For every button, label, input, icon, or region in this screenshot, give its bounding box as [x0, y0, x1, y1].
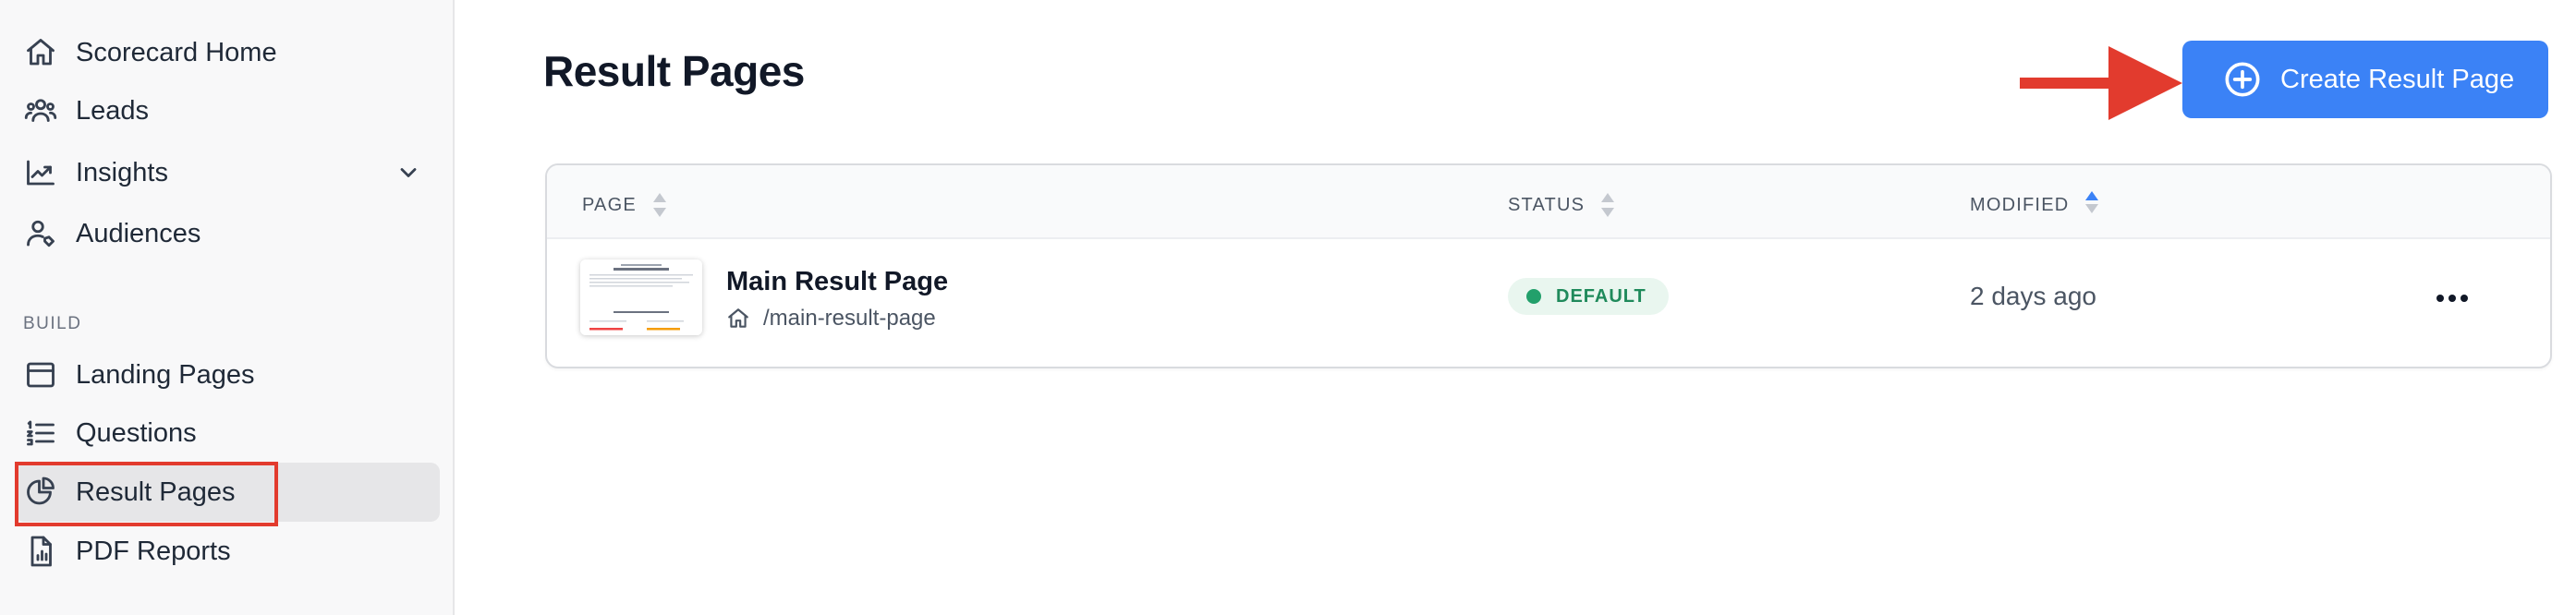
users-icon	[22, 92, 59, 129]
home-icon	[22, 34, 59, 71]
status-dot	[1526, 289, 1541, 304]
result-pages-table: PAGE STATUS MODIFIED Main Result Page /m…	[545, 163, 2552, 368]
ellipsis-icon	[2461, 295, 2468, 302]
sidebar-item-label: Landing Pages	[76, 359, 255, 390]
annotation-arrow	[2020, 46, 2182, 120]
sidebar-item-label: Result Pages	[76, 476, 236, 507]
sort-icon	[1601, 193, 1615, 217]
modified-time: 2 days ago	[1970, 282, 2096, 310]
sidebar-item-pdf-reports[interactable]: PDF Reports	[15, 522, 440, 581]
page-thumbnail[interactable]	[580, 259, 702, 335]
section-label-build: BUILD	[23, 314, 82, 333]
ellipsis-icon	[2436, 295, 2444, 302]
page-path-text: /main-result-page	[763, 306, 936, 331]
column-header-page[interactable]: PAGE	[582, 191, 668, 219]
sidebar-item-landing-pages[interactable]: Landing Pages	[15, 345, 440, 404]
sidebar-item-scorecard-home[interactable]: Scorecard Home	[15, 23, 440, 82]
sidebar-item-label: Leads	[76, 95, 150, 126]
chart-line-icon	[22, 154, 59, 191]
chevron-down-icon[interactable]	[395, 160, 421, 186]
plus-circle-icon	[2224, 61, 2261, 98]
sort-icon	[652, 193, 666, 217]
column-header-status[interactable]: STATUS	[1508, 191, 1616, 219]
sidebar-item-result-pages[interactable]: Result Pages	[15, 463, 440, 522]
sidebar-item-label: Questions	[76, 417, 197, 448]
sidebar-item-audiences[interactable]: Audiences	[15, 204, 440, 263]
sidebar-item-insights[interactable]: Insights	[15, 143, 440, 202]
page-title: Result Pages	[543, 47, 805, 95]
sidebar-item-leads[interactable]: Leads	[15, 81, 440, 140]
create-result-page-button[interactable]: Create Result Page	[2182, 41, 2548, 118]
column-header-label: PAGE	[582, 194, 637, 215]
sidebar-item-label: Audiences	[76, 218, 201, 248]
table-header: PAGE STATUS MODIFIED	[547, 165, 2550, 239]
page-path: /main-result-page	[726, 306, 936, 332]
table-row[interactable]: Main Result Page /main-result-page DEFAU…	[547, 239, 2550, 367]
browser-window-icon	[22, 356, 59, 393]
home-icon	[726, 307, 750, 331]
create-result-page-label: Create Result Page	[2280, 64, 2515, 94]
column-header-label: STATUS	[1508, 194, 1586, 215]
sort-ascending-icon	[2085, 191, 2099, 213]
pie-chart-icon	[22, 474, 59, 511]
document-chart-icon	[22, 533, 59, 570]
user-tag-icon	[22, 215, 59, 252]
status-badge-label: DEFAULT	[1556, 285, 1646, 307]
ellipsis-icon	[2448, 295, 2456, 302]
status-badge: DEFAULT	[1508, 278, 1669, 315]
more-options-button[interactable]	[2432, 280, 2473, 317]
sidebar: Scorecard Home Leads Insights Audiences …	[0, 0, 455, 615]
sidebar-item-label: PDF Reports	[76, 536, 231, 566]
sidebar-item-questions[interactable]: Questions	[15, 404, 440, 463]
numbered-list-icon	[22, 415, 59, 452]
column-header-label: MODIFIED	[1970, 194, 2070, 215]
sidebar-item-label: Scorecard Home	[76, 37, 277, 67]
page-name[interactable]: Main Result Page	[726, 267, 948, 297]
column-header-modified[interactable]: MODIFIED	[1970, 191, 2100, 219]
sidebar-item-label: Insights	[76, 157, 168, 187]
